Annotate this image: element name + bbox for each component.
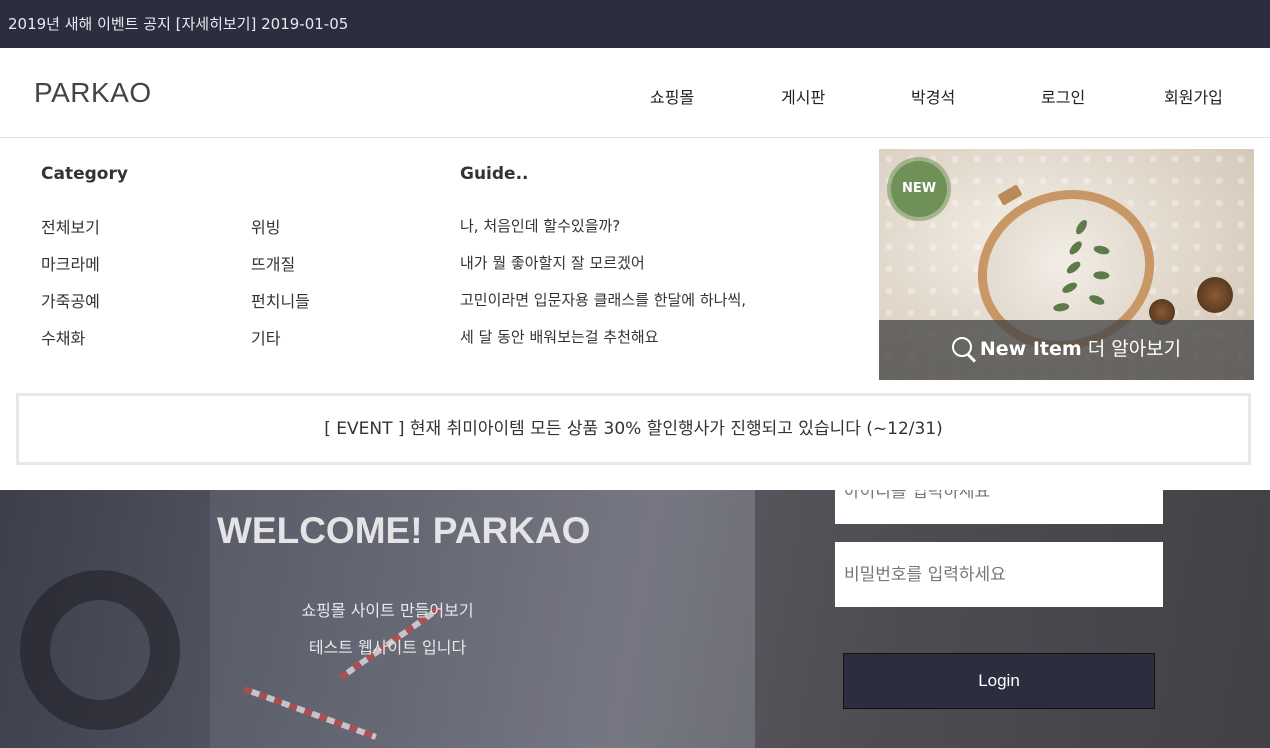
welcome-heading: WELCOME! PARKAO	[217, 510, 591, 551]
category-item[interactable]: 수채화	[41, 325, 85, 349]
category-item[interactable]: 펀치니들	[251, 288, 310, 312]
guide-line: 나, 처음인데 할수있을까?	[460, 217, 621, 235]
category-item[interactable]: 가죽공예	[41, 288, 100, 312]
promo-caption[interactable]: New Item 더 알아보기	[879, 320, 1254, 380]
guide-line: 내가 뭘 좋아할지 잘 모르겠어	[460, 254, 645, 272]
guide-title: Guide..	[460, 164, 529, 184]
leaf-stitch	[1092, 244, 1111, 256]
leaf-stitch	[1073, 218, 1090, 237]
category-item[interactable]: 뜨개질	[251, 251, 295, 275]
hero-subtitle-2: 테스트 웹사이트 입니다	[308, 638, 467, 657]
event-banner[interactable]: [ EVENT ] 현재 취미아이템 모든 상품 30% 할인행사가 진행되고 …	[16, 393, 1251, 465]
category-item[interactable]: 마크라메	[41, 251, 100, 275]
promo-caption-rest: 더 알아보기	[1081, 338, 1182, 360]
password-input[interactable]	[835, 542, 1163, 607]
leaf-stitch	[1064, 259, 1083, 276]
leaf-stitch	[1060, 280, 1079, 296]
nav-user-name[interactable]: 박경석	[911, 84, 955, 108]
hero-section: WELCOME! PARKAO 쇼핑몰 사이트 만들어보기 테스트 웹사이트 입…	[0, 490, 1270, 748]
login-button[interactable]: Login	[843, 653, 1155, 709]
site-header: PARKAO 쇼핑몰 게시판 박경석 로그인 회원가입	[0, 48, 1270, 138]
guide-line: 고민이라면 입문자용 클래스를 한달에 하나씩,	[460, 291, 747, 309]
leaf-stitch	[1093, 271, 1110, 280]
leaf-stitch	[1052, 302, 1070, 313]
hero-subtitle-1: 쇼핑몰 사이트 만들어보기	[301, 601, 474, 620]
notice-text[interactable]: 2019년 새해 이벤트 공지 [자세히보기] 2019-01-05	[8, 15, 348, 33]
mega-menu: Category 전체보기 마크라메 가죽공예 수채화 위빙 뜨개질 펀치니들 …	[0, 138, 1270, 490]
nav-shop[interactable]: 쇼핑몰	[650, 84, 694, 108]
guide-line: 세 달 동안 배워보는걸 추천해요	[460, 328, 659, 346]
search-icon	[951, 337, 972, 357]
leaf-stitch	[1087, 293, 1106, 307]
pinecone-decoration	[1197, 277, 1233, 313]
hero-login-panel	[755, 490, 1270, 748]
id-input[interactable]	[835, 490, 1163, 524]
category-item[interactable]: 위빙	[251, 214, 280, 238]
top-notice-bar[interactable]: 2019년 새해 이벤트 공지 [자세히보기] 2019-01-05	[0, 0, 1270, 48]
category-item[interactable]: 전체보기	[41, 214, 100, 238]
nav-login[interactable]: 로그인	[1041, 84, 1085, 108]
category-item[interactable]: 기타	[251, 325, 280, 349]
site-logo[interactable]: PARKAO	[34, 77, 152, 109]
leaf-stitch	[1067, 239, 1084, 257]
new-badge: NEW	[891, 161, 947, 217]
event-text: [ EVENT ] 현재 취미아이템 모든 상품 30% 할인행사가 진행되고 …	[324, 419, 943, 439]
new-item-promo[interactable]: NEW New Item 더 알아보기	[879, 149, 1254, 380]
category-title: Category	[41, 164, 128, 184]
promo-caption-bold: New Item	[979, 338, 1082, 360]
tape-roll-decoration	[20, 570, 180, 730]
nav-board[interactable]: 게시판	[781, 84, 825, 108]
nav-signup[interactable]: 회원가입	[1164, 84, 1223, 108]
